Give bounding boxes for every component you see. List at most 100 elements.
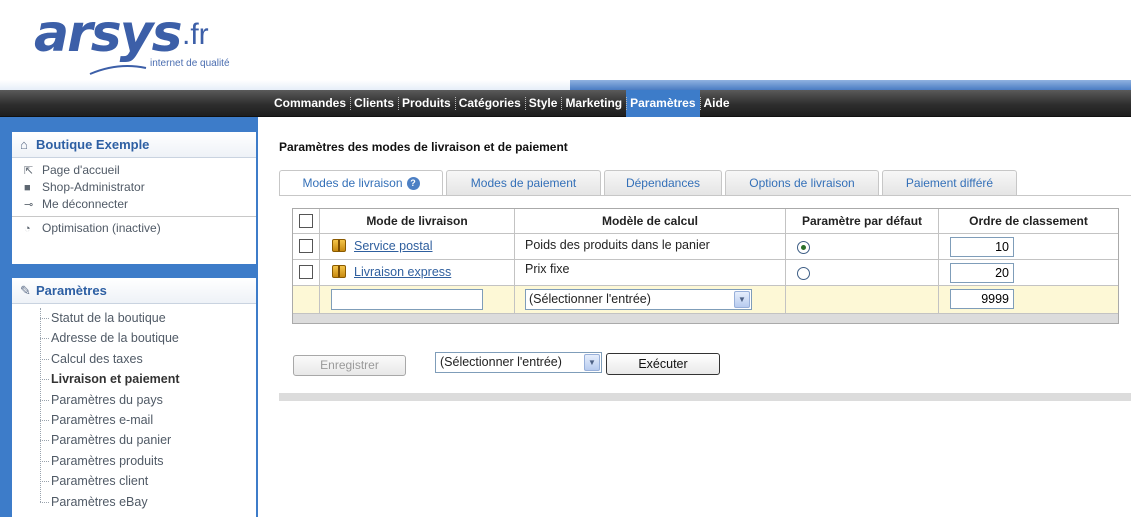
table-header-row: Mode de livraison Modèle de calcul Param… [293, 209, 1118, 234]
table-row: Service postal Poids des produits dans l… [293, 234, 1118, 260]
chevron-down-icon[interactable]: ▼ [584, 354, 600, 371]
nav-item-commandes[interactable]: Commandes [270, 90, 350, 117]
speedometer-icon: ◔ [24, 223, 31, 235]
shop-title: Boutique Exemple [36, 137, 150, 152]
column-header[interactable]: Ordre de classement [939, 209, 1118, 233]
settings-tabs: Modes de livraison? Modes de paiement Dé… [279, 170, 1131, 197]
default-radio[interactable] [797, 267, 810, 280]
order-cell [939, 260, 1118, 285]
sidebar-item-label: Page d'accueil [42, 163, 120, 177]
sidebar-item-home[interactable]: ⇱ Page d'accueil [12, 162, 256, 179]
calc-cell: Prix fixe [515, 260, 786, 285]
row-checkbox[interactable] [299, 265, 313, 279]
sidebar-item-optimisation[interactable]: ◔ Optimisation (inactive) [12, 220, 256, 237]
sidebar-item-cart-settings[interactable]: Paramètres du panier [36, 430, 256, 450]
column-header[interactable]: Modèle de calcul [515, 209, 786, 233]
tab-payment-modes[interactable]: Modes de paiement [446, 170, 601, 196]
row-select-cell [293, 260, 320, 285]
header-accent-bar [570, 80, 1131, 90]
sidebar-item-email-settings[interactable]: Paramètres e-mail [36, 410, 256, 430]
new-calc-cell: (Sélectionner l'entrée) ▼ [515, 286, 786, 313]
settings-panel-header[interactable]: ✎ Paramètres [12, 278, 256, 304]
new-sort-order-input[interactable] [950, 289, 1014, 309]
nav-item-aide[interactable]: Aide [699, 90, 734, 117]
nav-item-clients[interactable]: Clients [350, 90, 398, 117]
sidebar-item-shop-admin[interactable]: ■ Shop-Administrator [12, 179, 256, 196]
sidebar-item-client-settings[interactable]: Paramètres client [36, 471, 256, 491]
save-button[interactable]: Enregistrer [293, 355, 406, 376]
bulk-action-select[interactable]: (Sélectionner l'entrée) ▼ [435, 352, 602, 373]
logo-word: arsys [34, 4, 183, 64]
key-icon: ⊸ [24, 199, 34, 211]
nav-item-parametres[interactable]: Paramètres [626, 90, 700, 117]
new-mode-cell [320, 286, 515, 313]
shop-panel-header[interactable]: ⌂ Boutique Exemple [12, 132, 256, 158]
sidebar-item-country-settings[interactable]: Paramètres du pays [36, 390, 256, 410]
mode-cell: Livraison express [320, 260, 515, 285]
nav-item-style[interactable]: Style [524, 90, 562, 117]
tab-shipping-modes[interactable]: Modes de livraison? [279, 170, 443, 197]
settings-panel: ✎ Paramètres Statut de la boutique Adress… [12, 278, 256, 517]
default-radio[interactable] [797, 241, 810, 254]
sidebar-divider [12, 216, 256, 217]
chevron-down-icon[interactable]: ▼ [734, 291, 750, 308]
sidebar-item-label: Me déconnecter [42, 197, 129, 211]
new-order-cell [939, 286, 1118, 313]
select-value: (Sélectionner l'entrée) [440, 355, 562, 369]
sidebar-item-label: Shop-Administrator [42, 180, 145, 194]
home-icon: ⌂ [20, 137, 28, 152]
tab-dependencies[interactable]: Dépendances [604, 170, 722, 196]
nav-item-marketing[interactable]: Marketing [561, 90, 626, 117]
sidebar-item-logout[interactable]: ⊸ Me déconnecter [12, 196, 256, 213]
sidebar-item-ebay-settings[interactable]: Paramètres eBay [36, 492, 256, 512]
main-nav: Commandes Clients Produits Catégories St… [0, 90, 1131, 117]
sort-order-input[interactable] [950, 263, 1014, 283]
calc-model-text: Prix fixe [525, 262, 570, 276]
column-header[interactable]: Mode de livraison [320, 209, 515, 233]
package-icon [332, 239, 346, 252]
table-footer [293, 314, 1118, 323]
row-checkbox[interactable] [299, 239, 313, 253]
sidebar-item-shop-status[interactable]: Statut de la boutique [36, 308, 256, 328]
shop-panel: ⌂ Boutique Exemple ⇱ Page d'accueil ■ Shop-… [12, 132, 256, 264]
new-entry-row: (Sélectionner l'entrée) ▼ [293, 286, 1118, 314]
nav-item-categories[interactable]: Catégories [454, 90, 525, 117]
sidebar-item-shipping-payment[interactable]: Livraison et paiement [36, 369, 256, 389]
mode-cell: Service postal [320, 234, 515, 259]
logo-swoosh-icon [89, 65, 147, 75]
logo-tld: .fr [182, 18, 209, 51]
execute-button[interactable]: Exécuter [606, 353, 720, 375]
row-select-cell [293, 234, 320, 259]
table-row: Livraison express Prix fixe [293, 260, 1118, 286]
logo-tagline: internet de qualité [150, 58, 230, 69]
settings-title: Paramètres [36, 283, 107, 298]
sidebar-item-shop-address[interactable]: Adresse de la boutique [36, 328, 256, 348]
column-header[interactable]: Paramètre par défaut [786, 209, 939, 233]
select-all-checkbox[interactable] [299, 214, 313, 228]
order-cell [939, 234, 1118, 259]
tab-label: Modes de livraison [302, 176, 403, 190]
new-row-select-cell [293, 286, 320, 313]
mode-link[interactable]: Livraison express [354, 265, 451, 279]
sidebar-item-product-settings[interactable]: Paramètres produits [36, 451, 256, 471]
arsys-logo[interactable]: arsys .fr internet de qualité [34, 4, 274, 78]
help-icon[interactable]: ? [406, 177, 420, 190]
nav-item-produits[interactable]: Produits [398, 90, 455, 117]
user-icon: ■ [24, 182, 31, 194]
sidebar: ⌂ Boutique Exemple ⇱ Page d'accueil ■ Shop-… [0, 117, 258, 517]
tab-shipping-options[interactable]: Options de livraison [725, 170, 879, 196]
calc-model-text: Poids des produits dans le panier [525, 238, 710, 252]
sidebar-item-tax-calc[interactable]: Calcul des taxes [36, 349, 256, 369]
tab-deferred-payment[interactable]: Paiement différé [882, 170, 1017, 196]
shipping-modes-table: Mode de livraison Modèle de calcul Param… [292, 208, 1119, 324]
mode-link[interactable]: Service postal [354, 239, 433, 253]
new-default-cell [786, 286, 939, 313]
header-accent-line [0, 80, 1131, 90]
calc-cell: Poids des produits dans le panier [515, 234, 786, 259]
wrench-icon: ✎ [20, 283, 31, 298]
new-mode-input[interactable] [331, 289, 483, 310]
default-cell [786, 260, 939, 285]
sort-order-input[interactable] [950, 237, 1014, 257]
calc-model-select[interactable]: (Sélectionner l'entrée) ▼ [525, 289, 752, 310]
default-cell [786, 234, 939, 259]
